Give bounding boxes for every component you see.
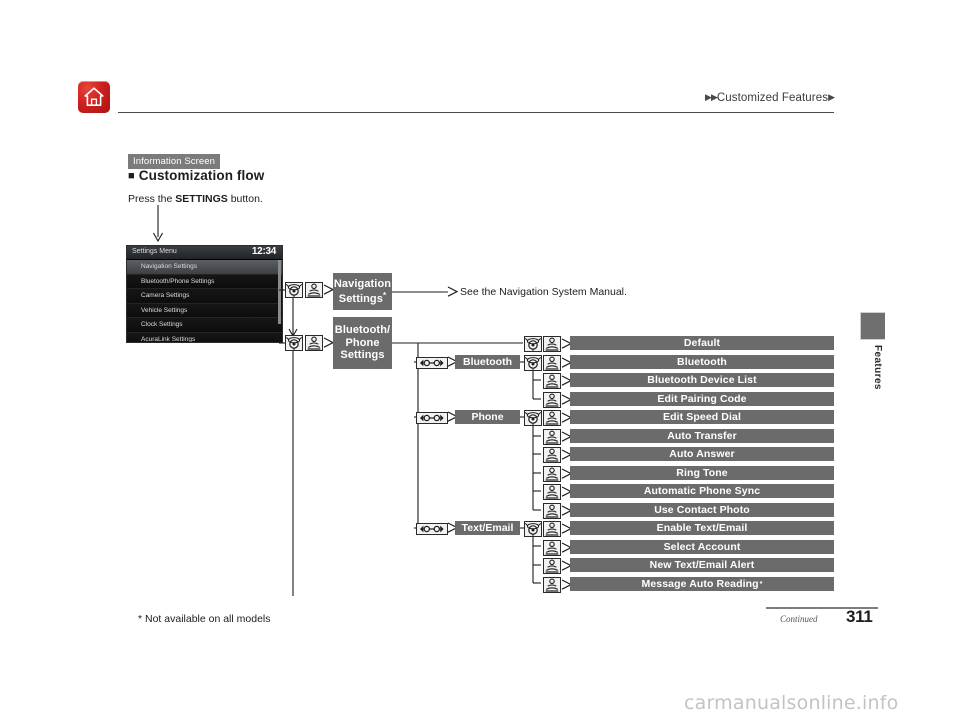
item-use-contact-photo[interactable]: Use Contact Photo [570, 503, 834, 517]
enter-knob-icon [542, 391, 562, 409]
left-right-selector-icon [415, 522, 449, 536]
page-number: 311 [846, 607, 873, 626]
node-navigation-settings[interactable]: Navigation Settings* [333, 273, 392, 310]
category-text-email[interactable]: Text/Email [455, 521, 520, 535]
enter-knob-icon [542, 502, 562, 520]
asterisk-marker: * [759, 580, 763, 588]
enter-knob-icon [542, 465, 562, 483]
left-right-selector-icon [415, 356, 449, 370]
node-line-1: Navigation [333, 277, 392, 290]
continued-label: Continued [780, 614, 818, 624]
node-line-1: Bluetooth/ [334, 324, 391, 337]
manual-page: ▶▶Customized Features▶ Features Informat… [0, 0, 960, 722]
category-phone[interactable]: Phone [455, 410, 520, 424]
enter-knob-icon [542, 446, 562, 464]
enter-knob-icon [542, 576, 562, 594]
rotary-knob-icon [284, 334, 304, 352]
item-bluetooth-device-list[interactable]: Bluetooth Device List [570, 373, 834, 387]
node-line-2: Settings* [338, 291, 387, 305]
enter-knob-icon [542, 354, 562, 372]
item-default[interactable]: Default [570, 336, 834, 350]
arrow-right-icon [323, 284, 334, 295]
enter-knob-icon [542, 557, 562, 575]
item-auto-answer[interactable]: Auto Answer [570, 447, 834, 461]
item-auto-transfer[interactable]: Auto Transfer [570, 429, 834, 443]
category-bluetooth[interactable]: Bluetooth [455, 355, 520, 369]
navigation-manual-note: See the Navigation System Manual. [460, 286, 627, 298]
node-line-2: Phone [345, 336, 380, 349]
item-message-auto-reading[interactable]: Message Auto Reading * [570, 577, 834, 591]
node-bluetooth-phone-settings[interactable]: Bluetooth/ Phone Settings [333, 317, 392, 369]
rotary-knob-icon [523, 520, 543, 538]
item-ring-tone[interactable]: Ring Tone [570, 466, 834, 480]
item-label: Message Auto Reading [641, 578, 759, 590]
rotary-knob-icon [523, 354, 543, 372]
rotary-knob-icon [523, 335, 543, 353]
rotary-knob-icon [523, 409, 543, 427]
enter-knob-icon [542, 372, 562, 390]
enter-knob-icon [542, 539, 562, 557]
enter-knob-icon [542, 409, 562, 427]
footnote: * Not available on all models [138, 613, 271, 625]
watermark: carmanualsonline.info [684, 692, 899, 714]
enter-knob-icon [304, 334, 324, 352]
item-automatic-phone-sync[interactable]: Automatic Phone Sync [570, 484, 834, 498]
enter-knob-icon [304, 281, 324, 299]
item-edit-pairing-code[interactable]: Edit Pairing Code [570, 392, 834, 406]
item-new-text-email-alert[interactable]: New Text/Email Alert [570, 558, 834, 572]
item-select-account[interactable]: Select Account [570, 540, 834, 554]
enter-knob-icon [542, 520, 562, 538]
enter-knob-icon [542, 335, 562, 353]
enter-knob-icon [542, 483, 562, 501]
node-line-3: Settings [340, 349, 385, 362]
arrow-right-icon [323, 337, 334, 348]
item-enable-text-email[interactable]: Enable Text/Email [570, 521, 834, 535]
left-right-selector-icon [415, 411, 449, 425]
arrow-right-icon [447, 286, 458, 297]
item-edit-speed-dial[interactable]: Edit Speed Dial [570, 410, 834, 424]
enter-knob-icon [542, 428, 562, 446]
item-bluetooth[interactable]: Bluetooth [570, 355, 834, 369]
rotary-knob-icon [284, 281, 304, 299]
